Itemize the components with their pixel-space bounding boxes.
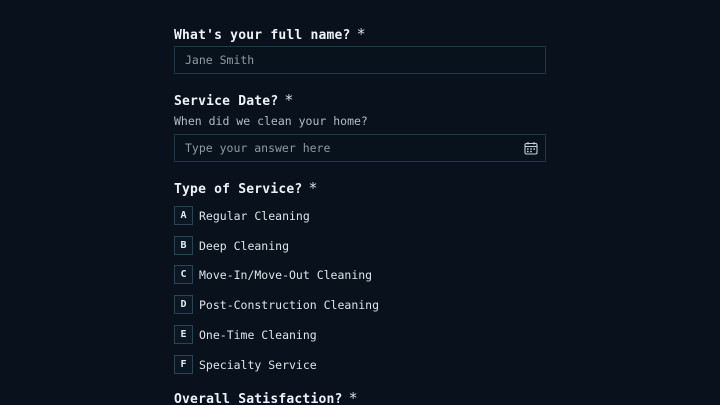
question-satisfaction-title: Overall Satisfaction? *	[174, 389, 358, 405]
full-name-input[interactable]: Jane Smith	[174, 46, 546, 74]
choice-one-time-cleaning[interactable]: E One-Time Cleaning	[174, 325, 317, 344]
question-service-date-title: Service Date? *	[174, 91, 294, 109]
service-date-input[interactable]: Type your answer here	[174, 134, 546, 162]
choice-key: B	[174, 236, 193, 255]
question-name-label: What's your full name?	[174, 28, 351, 43]
calendar-icon[interactable]	[524, 141, 538, 155]
choice-label: Move-In/Move-Out Cleaning	[199, 267, 373, 282]
choice-key: F	[174, 355, 193, 374]
required-asterisk: *	[348, 389, 358, 405]
choice-key: A	[174, 206, 193, 225]
required-asterisk: *	[308, 179, 318, 197]
choice-post-construction-cleaning[interactable]: D Post-Construction Cleaning	[174, 295, 379, 314]
question-name-title: What's your full name? *	[174, 25, 366, 43]
choice-key: D	[174, 295, 193, 314]
question-service-type-label: Type of Service?	[174, 182, 303, 197]
required-asterisk: *	[284, 91, 294, 109]
choice-key: E	[174, 325, 193, 344]
choice-label: Specialty Service	[199, 357, 317, 372]
full-name-placeholder: Jane Smith	[185, 53, 255, 67]
question-service-date-label: Service Date?	[174, 94, 279, 109]
choice-specialty-service[interactable]: F Specialty Service	[174, 355, 317, 374]
choice-label: Regular Cleaning	[199, 208, 310, 223]
choice-label: Post-Construction Cleaning	[199, 297, 380, 312]
choice-move-in-move-out-cleaning[interactable]: C Move-In/Move-Out Cleaning	[174, 265, 372, 284]
choice-regular-cleaning[interactable]: A Regular Cleaning	[174, 206, 310, 225]
choice-key: C	[174, 265, 193, 284]
question-service-type-title: Type of Service? *	[174, 179, 318, 197]
choice-label: One-Time Cleaning	[199, 327, 317, 342]
question-service-date-description: When did we clean your home?	[174, 114, 368, 128]
required-asterisk: *	[356, 25, 366, 43]
service-date-placeholder: Type your answer here	[185, 141, 331, 155]
choice-label: Deep Cleaning	[199, 238, 290, 253]
question-satisfaction-label: Overall Satisfaction?	[174, 392, 343, 405]
choice-deep-cleaning[interactable]: B Deep Cleaning	[174, 236, 289, 255]
